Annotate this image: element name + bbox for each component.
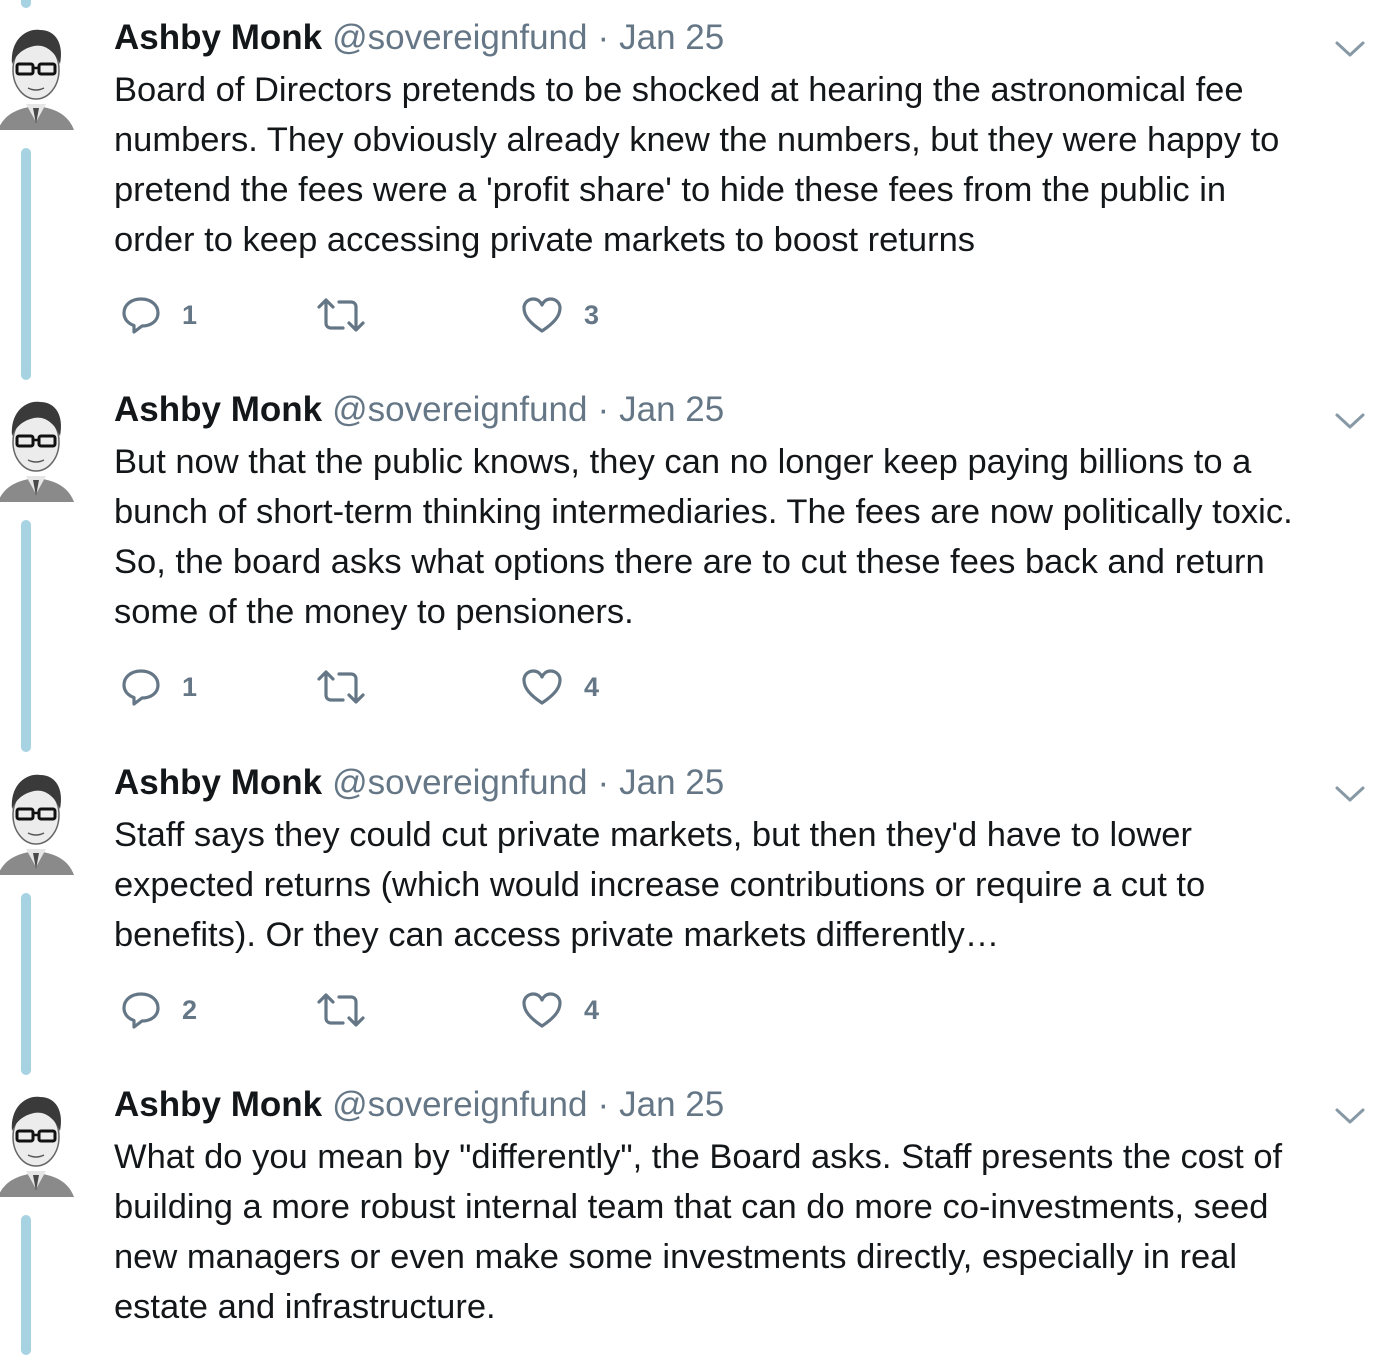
tweet-header: Ashby Monk @sovereignfund · Jan 25 <box>114 1085 724 1129</box>
thread-connector <box>21 1215 31 1355</box>
author-handle[interactable]: @sovereignfund <box>332 18 587 58</box>
reply-count: 1 <box>182 671 198 702</box>
tweet-text: Board of Directors pretends to be shocke… <box>114 71 1280 259</box>
reply-count: 2 <box>182 994 198 1025</box>
tweet-text: Staff says they could cut private market… <box>114 816 1206 954</box>
heart-icon <box>522 297 562 333</box>
separator-dot: · <box>597 18 610 57</box>
tweet-text: What do you mean by "differently", the B… <box>114 1138 1283 1326</box>
separator-dot: · <box>597 390 610 429</box>
retweet-button[interactable] <box>316 988 386 1032</box>
reply-icon <box>122 297 160 334</box>
author-name[interactable]: Ashby Monk <box>114 18 322 58</box>
heart-icon <box>522 992 562 1028</box>
like-button[interactable]: 4 <box>520 988 599 1032</box>
like-button[interactable]: 3 <box>520 293 599 337</box>
tweet-thread: Ashby Monk @sovereignfund · Jan 25 Board… <box>0 0 1392 1355</box>
author-name[interactable]: Ashby Monk <box>114 390 322 430</box>
thread-connector <box>21 148 31 380</box>
author-name[interactable]: Ashby Monk <box>114 763 322 803</box>
tweet-actions: 2 4 <box>114 988 714 1032</box>
tweet[interactable]: Ashby Monk @sovereignfund · Jan 25 But n… <box>0 390 1392 762</box>
retweet-icon <box>317 298 365 332</box>
tweet-date[interactable]: Jan 25 <box>619 18 724 58</box>
tweet-header: Ashby Monk @sovereignfund · Jan 25 <box>114 763 724 807</box>
tweet-header: Ashby Monk @sovereignfund · Jan 25 <box>114 18 724 62</box>
tweet-header: Ashby Monk @sovereignfund · Jan 25 <box>114 390 724 434</box>
like-count: 3 <box>584 299 600 330</box>
chevron-down-icon[interactable] <box>1334 38 1366 60</box>
retweet-button[interactable] <box>316 293 386 337</box>
tweet-actions: 1 3 <box>114 293 714 337</box>
avatar[interactable] <box>0 763 76 883</box>
retweet-button[interactable] <box>316 665 386 709</box>
like-count: 4 <box>584 994 600 1025</box>
like-button[interactable]: 4 <box>520 665 599 709</box>
tweet-date[interactable]: Jan 25 <box>619 763 724 803</box>
thread-connector <box>21 893 31 1075</box>
chevron-down-icon[interactable] <box>1334 410 1366 432</box>
separator-dot: · <box>597 763 610 802</box>
tweet[interactable]: Ashby Monk @sovereignfund · Jan 25 Board… <box>0 18 1392 388</box>
thread-connector-top <box>21 0 31 8</box>
chevron-down-icon[interactable] <box>1334 1105 1366 1127</box>
heart-icon <box>522 669 562 705</box>
retweet-icon <box>317 670 365 704</box>
reply-icon <box>122 669 160 706</box>
tweet-text: But now that the public knows, they can … <box>114 443 1293 631</box>
like-count: 4 <box>584 671 600 702</box>
separator-dot: · <box>597 1085 610 1124</box>
reply-button[interactable]: 2 <box>120 988 197 1032</box>
tweet-actions: 1 4 <box>114 665 714 709</box>
tweet[interactable]: Ashby Monk @sovereignfund · Jan 25 What … <box>0 1085 1392 1355</box>
retweet-icon <box>317 993 365 1027</box>
reply-button[interactable]: 1 <box>120 665 197 709</box>
author-handle[interactable]: @sovereignfund <box>332 763 587 803</box>
author-handle[interactable]: @sovereignfund <box>332 1085 587 1125</box>
thread-connector <box>21 520 31 752</box>
tweet[interactable]: Ashby Monk @sovereignfund · Jan 25 Staff… <box>0 763 1392 1085</box>
reply-count: 1 <box>182 299 198 330</box>
reply-icon <box>122 992 160 1029</box>
author-handle[interactable]: @sovereignfund <box>332 390 587 430</box>
reply-button[interactable]: 1 <box>120 293 197 337</box>
avatar[interactable] <box>0 390 76 510</box>
tweet-date[interactable]: Jan 25 <box>619 1085 724 1125</box>
avatar[interactable] <box>0 18 76 138</box>
tweet-date[interactable]: Jan 25 <box>619 390 724 430</box>
avatar[interactable] <box>0 1085 76 1205</box>
chevron-down-icon[interactable] <box>1334 783 1366 805</box>
author-name[interactable]: Ashby Monk <box>114 1085 322 1125</box>
